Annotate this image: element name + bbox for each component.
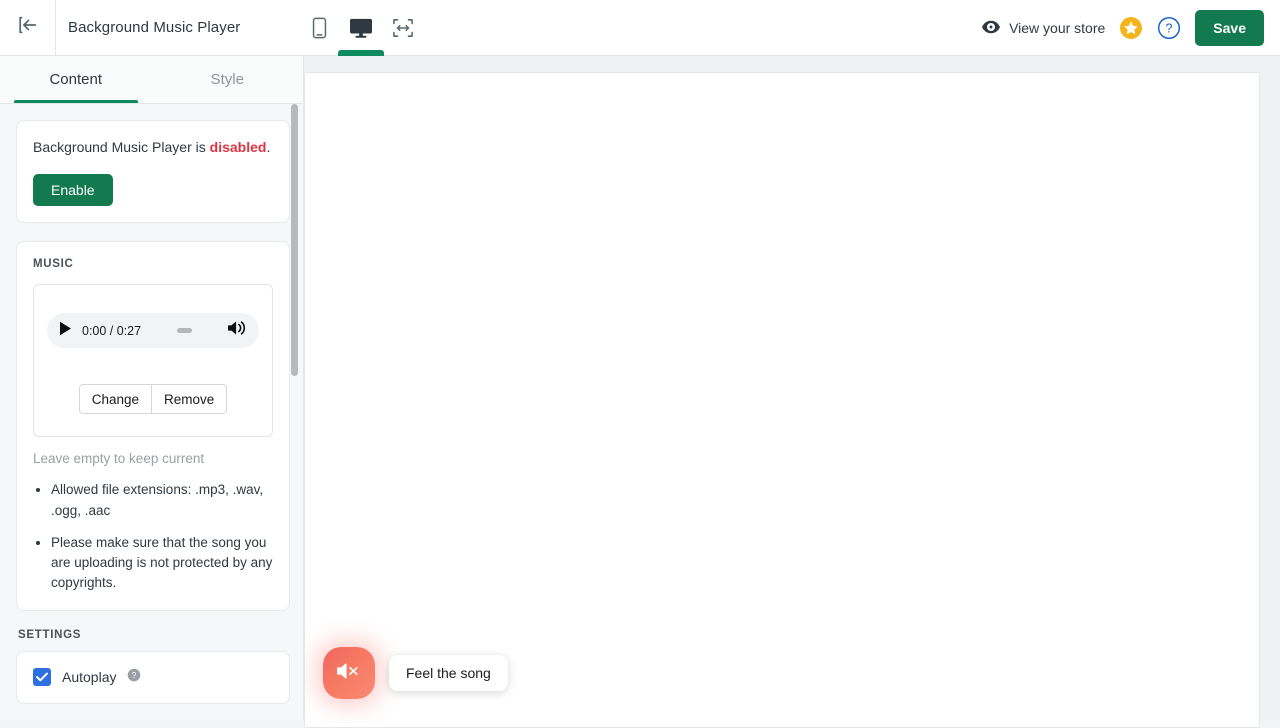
list-item: Allowed file extensions: .mp3, .wav, .og… <box>51 480 273 521</box>
back-arrow-icon <box>17 14 39 41</box>
help-button[interactable]: ? <box>1157 16 1181 40</box>
back-button[interactable] <box>0 0 56 56</box>
audio-time-display: 0:00 / 0:27 <box>82 324 141 338</box>
music-section-label: MUSIC <box>33 258 273 270</box>
music-widget-label[interactable]: Feel the song <box>389 655 508 691</box>
audio-player[interactable]: 0:00 / 0:27 <box>47 313 259 348</box>
audio-requirements-list: Allowed file extensions: .mp3, .wav, .og… <box>33 480 273 593</box>
volume-icon[interactable] <box>228 320 247 341</box>
status-card: Background Music Player is disabled. Ena… <box>16 120 290 223</box>
question-mark-icon: ? <box>1157 16 1181 40</box>
help-circle-icon[interactable]: ? <box>127 668 141 687</box>
store-preview-canvas[interactable]: Feel the song <box>304 72 1260 728</box>
eye-icon <box>982 20 1000 37</box>
tab-content[interactable]: Content <box>0 56 152 103</box>
change-audio-button[interactable]: Change <box>79 384 152 414</box>
upgrade-star-button[interactable] <box>1119 16 1143 40</box>
autoplay-checkbox[interactable] <box>33 668 51 686</box>
audio-hint-text: Leave empty to keep current <box>33 451 273 466</box>
top-bar-actions: View your store ? Save <box>982 0 1264 56</box>
sidebar-tabs: Content Style <box>0 56 303 104</box>
save-button[interactable]: Save <box>1195 10 1264 46</box>
list-item: Please make sure that the song you are u… <box>51 533 273 594</box>
view-your-store-label: View your store <box>1009 20 1105 36</box>
device-toggle-mobile[interactable] <box>305 8 333 48</box>
view-your-store-link[interactable]: View your store <box>982 20 1105 37</box>
settings-card: Autoplay ? <box>16 651 290 704</box>
music-card: MUSIC 0:00 / 0:27 <box>16 241 290 610</box>
star-icon <box>1119 16 1143 40</box>
svg-text:?: ? <box>1166 22 1173 36</box>
audio-action-buttons: Change Remove <box>47 384 259 414</box>
audio-seek-track <box>177 328 192 333</box>
status-text-suffix: . <box>266 139 270 155</box>
play-icon[interactable] <box>59 321 72 341</box>
audio-upload-box: 0:00 / 0:27 Change Remove <box>33 284 273 437</box>
settings-section-label: SETTINGS <box>18 629 290 641</box>
sidebar-scrollbar-thumb[interactable] <box>291 104 298 376</box>
autoplay-label: Autoplay <box>62 669 116 685</box>
remove-audio-button[interactable]: Remove <box>152 384 227 414</box>
page-title: Background Music Player <box>68 19 240 36</box>
settings-sidebar: Content Style Background Music Player is… <box>0 56 304 720</box>
device-preview-toggle-group <box>305 0 417 56</box>
device-toggle-fullwidth[interactable] <box>389 8 417 48</box>
volume-muted-icon <box>336 660 362 687</box>
top-bar: Background Music Player <box>0 0 1280 56</box>
device-toggle-desktop[interactable] <box>347 8 375 48</box>
autoplay-row: Autoplay ? <box>33 668 273 687</box>
sidebar-scroll-content: Background Music Player is disabled. Ena… <box>0 104 304 720</box>
preview-area: Feel the song <box>304 56 1280 720</box>
status-text-prefix: Background Music Player is <box>33 139 210 155</box>
status-badge: disabled <box>210 139 267 155</box>
music-widget-toggle-button[interactable] <box>323 647 375 699</box>
music-widget-preview: Feel the song <box>323 647 508 699</box>
audio-seek-slider[interactable] <box>151 328 218 333</box>
sidebar-scrollbar[interactable] <box>290 104 300 720</box>
status-text: Background Music Player is disabled. <box>33 137 273 157</box>
svg-text:?: ? <box>132 670 137 680</box>
enable-button[interactable]: Enable <box>33 174 113 206</box>
tab-style[interactable]: Style <box>152 56 304 103</box>
